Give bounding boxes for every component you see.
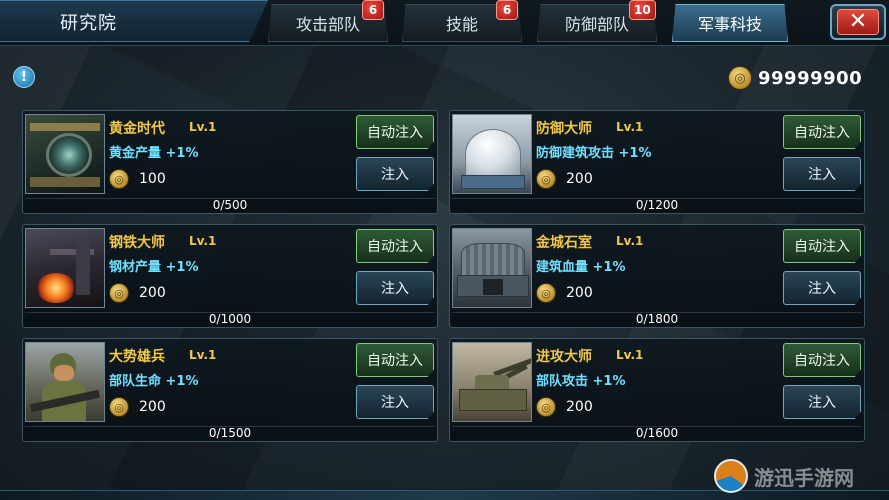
watermark-text: 游迅手游网 bbox=[754, 465, 854, 490]
top-bar: 研究院 攻击部队 6 技能 6 防御部队 10 军事科技 ✕ bbox=[0, 0, 889, 46]
tech-card-gold-age: 黄金时代 Lv.1 黄金产量 +1% ◎ 100 自动注入 注入 0/500 bbox=[22, 110, 438, 214]
inject-button[interactable]: 注入 bbox=[356, 385, 434, 419]
progress-text: 0/1200 bbox=[635, 198, 679, 212]
title-panel bbox=[0, 0, 268, 42]
tab-label: 技能 bbox=[445, 15, 478, 34]
progress-text: 0/1000 bbox=[208, 312, 252, 326]
tech-name: 防御大师 bbox=[536, 121, 592, 137]
tech-cost-value: 200 bbox=[139, 285, 166, 301]
tech-effect: 黄金产量 +1% bbox=[109, 146, 199, 161]
close-icon: ✕ bbox=[837, 9, 879, 35]
gold-coin-icon: ◎ bbox=[109, 169, 129, 189]
gold-coin-icon: ◎ bbox=[728, 66, 752, 90]
tech-card-defense-master: 防御大师 Lv.1 防御建筑攻击 +1% ◎ 200 自动注入 注入 0/120… bbox=[449, 110, 865, 214]
tech-image-tank bbox=[452, 342, 532, 422]
auto-inject-button[interactable]: 自动注入 bbox=[356, 115, 434, 149]
tech-name: 大势雄兵 bbox=[109, 349, 165, 365]
tech-cost-value: 200 bbox=[566, 285, 593, 301]
auto-inject-button[interactable]: 自动注入 bbox=[783, 115, 861, 149]
tab-label: 攻击部队 bbox=[295, 15, 360, 34]
inject-button[interactable]: 注入 bbox=[356, 157, 434, 191]
tech-image-gold-mine bbox=[25, 114, 105, 194]
auto-inject-button[interactable]: 自动注入 bbox=[356, 229, 434, 263]
tech-level: Lv.1 bbox=[189, 234, 217, 248]
tech-card-attack-master: 进攻大师 Lv.1 部队攻击 +1% ◎ 200 自动注入 注入 0/1600 bbox=[449, 338, 865, 442]
inject-button[interactable]: 注入 bbox=[783, 157, 861, 191]
tech-level: Lv.1 bbox=[616, 348, 644, 362]
tech-cost: ◎ 200 bbox=[109, 283, 166, 303]
tech-effect: 部队攻击 +1% bbox=[536, 374, 626, 389]
progress-text: 0/1500 bbox=[208, 426, 252, 440]
auto-inject-button[interactable]: 自动注入 bbox=[783, 343, 861, 377]
progress-bar: 0/1500 bbox=[25, 426, 435, 440]
tech-image-steel-mill bbox=[25, 228, 105, 308]
tech-name: 进攻大师 bbox=[536, 349, 592, 365]
tech-name: 钢铁大师 bbox=[109, 235, 165, 251]
inject-button[interactable]: 注入 bbox=[783, 385, 861, 419]
progress-bar: 0/1200 bbox=[452, 198, 862, 212]
progress-bar: 0/1800 bbox=[452, 312, 862, 326]
close-button[interactable]: ✕ bbox=[830, 4, 886, 40]
tech-cost: ◎ 200 bbox=[536, 397, 593, 417]
tech-card-mighty-troops: 大势雄兵 Lv.1 部队生命 +1% ◎ 200 自动注入 注入 0/1500 bbox=[22, 338, 438, 442]
progress-text: 0/1600 bbox=[635, 426, 679, 440]
gold-coin-icon: ◎ bbox=[109, 283, 129, 303]
tech-level: Lv.1 bbox=[189, 348, 217, 362]
tech-cost: ◎ 100 bbox=[109, 169, 166, 189]
tech-cost: ◎ 200 bbox=[109, 397, 166, 417]
info-icon[interactable]: ! bbox=[13, 66, 35, 88]
tech-image-bunker bbox=[452, 228, 532, 308]
tab-defense-troops-badge: 10 bbox=[629, 0, 656, 20]
gold-coin-icon: ◎ bbox=[536, 283, 556, 303]
tech-level: Lv.1 bbox=[189, 120, 217, 134]
tech-card-steel-master: 钢铁大师 Lv.1 钢材产量 +1% ◎ 200 自动注入 注入 0/1000 bbox=[22, 224, 438, 328]
watermark-logo-icon bbox=[714, 459, 748, 493]
auto-inject-button[interactable]: 自动注入 bbox=[356, 343, 434, 377]
tech-effect: 防御建筑攻击 +1% bbox=[536, 146, 652, 161]
inject-button[interactable]: 注入 bbox=[356, 271, 434, 305]
tech-effect: 建筑血量 +1% bbox=[536, 260, 626, 275]
progress-bar: 0/1600 bbox=[452, 426, 862, 440]
tech-image-soldier bbox=[25, 342, 105, 422]
gold-coin-icon: ◎ bbox=[109, 397, 129, 417]
tech-effect: 钢材产量 +1% bbox=[109, 260, 199, 275]
gold-balance: ◎ 99999900 bbox=[728, 66, 862, 90]
tech-effect: 部队生命 +1% bbox=[109, 374, 199, 389]
gold-balance-value: 99999900 bbox=[758, 67, 863, 89]
tech-cost-value: 200 bbox=[566, 171, 593, 187]
gold-coin-icon: ◎ bbox=[536, 397, 556, 417]
tech-cost: ◎ 200 bbox=[536, 169, 593, 189]
tech-cost-value: 100 bbox=[139, 171, 166, 187]
tech-cost: ◎ 200 bbox=[536, 283, 593, 303]
tab-label: 防御部队 bbox=[564, 15, 629, 34]
progress-text: 0/500 bbox=[212, 198, 248, 212]
tech-name: 金城石室 bbox=[536, 235, 592, 251]
tech-image-radar-dome bbox=[452, 114, 532, 194]
auto-inject-button[interactable]: 自动注入 bbox=[783, 229, 861, 263]
watermark: 游迅手游网 bbox=[714, 458, 854, 494]
tab-skills-badge: 6 bbox=[496, 0, 518, 20]
gold-coin-icon: ◎ bbox=[536, 169, 556, 189]
tech-level: Lv.1 bbox=[616, 234, 644, 248]
tech-cost-value: 200 bbox=[139, 399, 166, 415]
progress-bar: 0/1000 bbox=[25, 312, 435, 326]
inject-button[interactable]: 注入 bbox=[783, 271, 861, 305]
tab-label: 军事科技 bbox=[697, 15, 762, 34]
tech-name: 黄金时代 bbox=[109, 121, 165, 137]
page-title: 研究院 bbox=[60, 13, 117, 34]
tech-cost-value: 200 bbox=[566, 399, 593, 415]
tech-card-fortress: 金城石室 Lv.1 建筑血量 +1% ◎ 200 自动注入 注入 0/1800 bbox=[449, 224, 865, 328]
tech-level: Lv.1 bbox=[616, 120, 644, 134]
tab-attack-troops-badge: 6 bbox=[362, 0, 384, 20]
progress-bar: 0/500 bbox=[25, 198, 435, 212]
tab-military-tech[interactable]: 军事科技 bbox=[672, 4, 788, 42]
progress-text: 0/1800 bbox=[635, 312, 679, 326]
